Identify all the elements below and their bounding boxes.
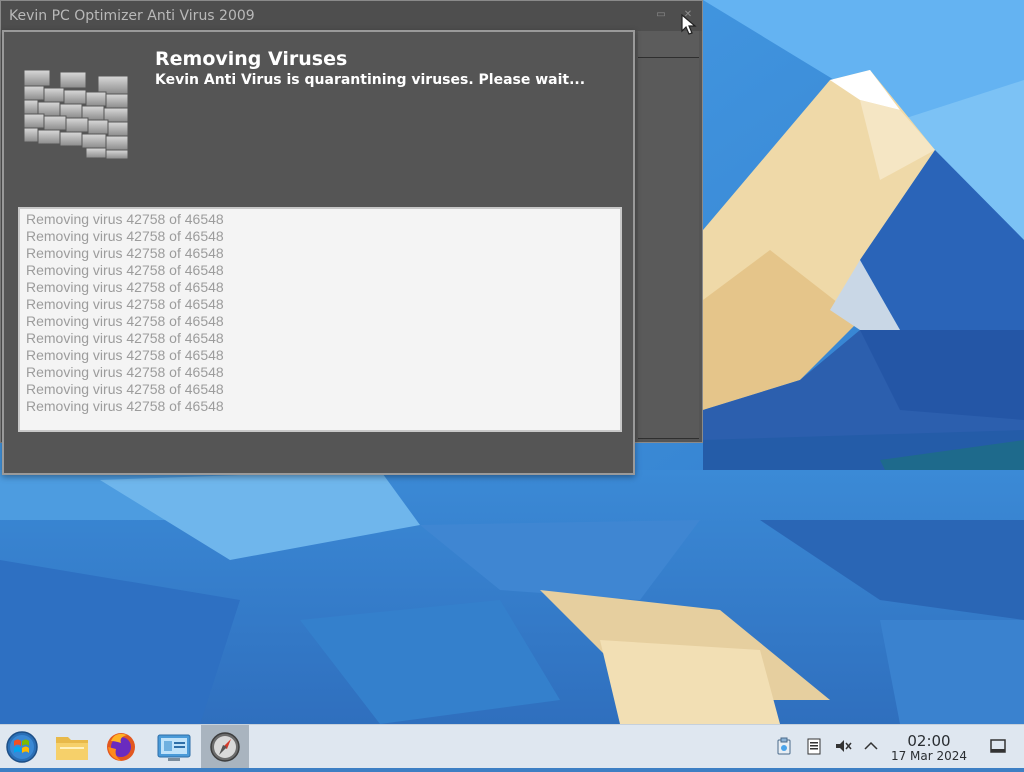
clipboard-icon[interactable] — [775, 737, 793, 755]
virus-log-list[interactable]: Removing virus 42758 of 46548 Removing v… — [18, 207, 622, 432]
clock-date[interactable]: 17 Mar 2024 — [890, 749, 968, 763]
firefox-button[interactable] — [97, 725, 145, 768]
start-menu-icon — [6, 731, 38, 763]
removing-viruses-dialog: Removing Viruses Kevin Anti Virus is qua… — [2, 30, 635, 475]
brick-wall-icon — [23, 69, 129, 160]
main-window-title: Kevin PC Optimizer Anti Virus 2009 — [9, 8, 255, 24]
log-line: Removing virus 42758 of 46548 — [26, 330, 224, 346]
dialog-subheading: Kevin Anti Virus is quarantining viruses… — [155, 72, 586, 88]
clock-time[interactable]: 02:00 — [890, 732, 968, 750]
file-manager-button[interactable] — [48, 725, 96, 768]
log-line: Removing virus 42758 of 46548 — [26, 313, 224, 329]
log-line: Removing virus 42758 of 46548 — [26, 296, 224, 312]
show-desktop-icon[interactable] — [989, 737, 1007, 755]
compass-app-icon — [210, 732, 240, 762]
dialog-heading: Removing Viruses — [155, 48, 348, 70]
taskbar: 02:00 17 Mar 2024 — [0, 724, 1024, 768]
log-line: Removing virus 42758 of 46548 — [26, 364, 224, 380]
minimize-icon[interactable]: ▭ — [656, 10, 666, 20]
system-settings-button[interactable] — [150, 725, 198, 768]
log-line: Removing virus 42758 of 46548 — [26, 228, 224, 244]
main-window-titlebar[interactable]: Kevin PC Optimizer Anti Virus 2009 ▭ ✕ — [1, 1, 702, 31]
compass-app-button[interactable] — [201, 725, 249, 768]
log-line: Removing virus 42758 of 46548 — [26, 381, 224, 397]
notes-icon[interactable] — [805, 737, 823, 755]
log-line: Removing virus 42758 of 46548 — [26, 398, 224, 414]
mouse-cursor-icon — [681, 14, 697, 35]
log-line: Removing virus 42758 of 46548 — [26, 279, 224, 295]
main-window-content-panel — [638, 57, 699, 439]
log-line: Removing virus 42758 of 46548 — [26, 347, 224, 363]
log-line: Removing virus 42758 of 46548 — [26, 262, 224, 278]
system-settings-icon — [157, 734, 191, 761]
chevron-up-icon[interactable] — [862, 737, 880, 755]
firefox-icon — [107, 733, 135, 761]
volume-muted-icon[interactable] — [834, 737, 852, 755]
log-line: Removing virus 42758 of 46548 — [26, 211, 224, 227]
log-line: Removing virus 42758 of 46548 — [26, 245, 224, 261]
file-manager-icon — [56, 737, 88, 760]
start-menu-button[interactable] — [0, 725, 48, 768]
